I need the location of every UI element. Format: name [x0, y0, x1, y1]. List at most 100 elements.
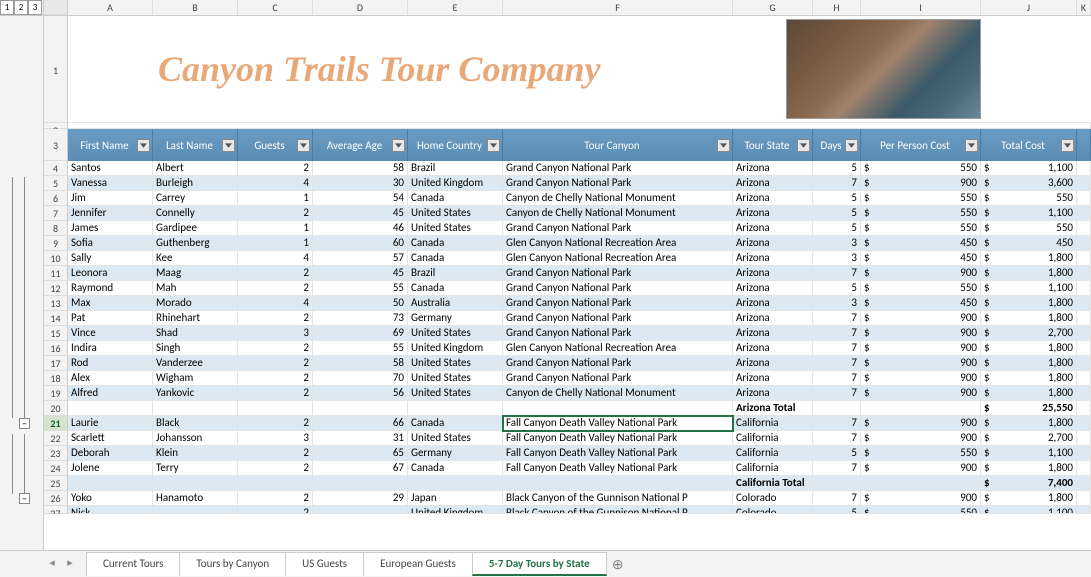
cell-days[interactable]: 5: [813, 281, 861, 296]
cell-last-name[interactable]: Guthenberg: [153, 236, 238, 251]
row-header-16[interactable]: 16: [44, 341, 68, 356]
outline-level-3[interactable]: 3: [28, 0, 42, 15]
cell-first-name[interactable]: Alfred: [68, 386, 153, 401]
cell-home-country[interactable]: United States: [408, 206, 503, 221]
cell-per-person[interactable]: $900: [861, 341, 981, 356]
cell-days[interactable]: 7: [813, 326, 861, 341]
cell-last-name[interactable]: Shad: [153, 326, 238, 341]
cell-last-name[interactable]: Hanamoto: [153, 491, 238, 506]
cell-guests[interactable]: 2: [238, 311, 313, 326]
cell-first-name[interactable]: Vince: [68, 326, 153, 341]
cell-guests[interactable]: 2: [238, 371, 313, 386]
cell-tour-state[interactable]: Arizona: [733, 341, 813, 356]
col-header-D[interactable]: D: [313, 0, 408, 15]
cell-tour-state[interactable]: California: [733, 416, 813, 431]
cell-per-person[interactable]: $550: [861, 206, 981, 221]
filter-avg-age[interactable]: [392, 139, 405, 152]
cell-avg-age[interactable]: 57: [313, 251, 408, 266]
cell-home-country[interactable]: United States: [408, 386, 503, 401]
cell-days[interactable]: 3: [813, 251, 861, 266]
tab-nav-next[interactable]: ▸: [62, 556, 78, 572]
cell-home-country[interactable]: Brazil: [408, 266, 503, 281]
cell-tour-state[interactable]: Arizona: [733, 266, 813, 281]
cell-tour-state[interactable]: Arizona: [733, 251, 813, 266]
cell-per-person[interactable]: $550: [861, 446, 981, 461]
cell-days[interactable]: 7: [813, 491, 861, 506]
cell-tour-state[interactable]: Arizona: [733, 386, 813, 401]
tab-us-guests[interactable]: US Guests: [285, 552, 364, 576]
cell-tour-canyon[interactable]: Black Canyon of the Gunnison National P: [503, 491, 733, 506]
cell-last-name[interactable]: Klein: [153, 446, 238, 461]
cell-first-name[interactable]: Laurie: [68, 416, 153, 431]
cell-total-cost[interactable]: $1,800: [981, 341, 1077, 356]
cell-per-person[interactable]: $900: [861, 416, 981, 431]
cell-home-country[interactable]: Germany: [408, 311, 503, 326]
cell-tour-canyon[interactable]: Glen Canyon National Recreation Area: [503, 341, 733, 356]
cell-last-name[interactable]: Albert: [153, 161, 238, 176]
cell-tour-state[interactable]: Colorado: [733, 491, 813, 506]
cell-first-name[interactable]: Jim: [68, 191, 153, 206]
cell-first-name[interactable]: Deborah: [68, 446, 153, 461]
cell-tour-canyon[interactable]: Grand Canyon National Park: [503, 356, 733, 371]
cell-last-name[interactable]: Terry: [153, 461, 238, 476]
row-header-23[interactable]: 23: [44, 446, 68, 461]
cell-total-cost[interactable]: $1,100: [981, 281, 1077, 296]
cell-guests[interactable]: 3: [238, 431, 313, 446]
cell-tour-canyon[interactable]: Fall Canyon Death Valley National Park: [503, 461, 733, 476]
cell-guests[interactable]: 1: [238, 191, 313, 206]
cell-per-person[interactable]: $900: [861, 386, 981, 401]
cell-guests[interactable]: 1: [238, 236, 313, 251]
cell-days[interactable]: 5: [813, 206, 861, 221]
cell-total-cost[interactable]: $1,100: [981, 446, 1077, 461]
cell-avg-age[interactable]: 65: [313, 446, 408, 461]
cell-tour-canyon[interactable]: Canyon de Chelly National Monument: [503, 191, 733, 206]
cell-guests[interactable]: 4: [238, 296, 313, 311]
cell-home-country[interactable]: Germany: [408, 446, 503, 461]
filter-total-cost[interactable]: [1061, 139, 1074, 152]
tab-european-guests[interactable]: European Guests: [363, 552, 473, 576]
cell-last-name[interactable]: Carrey: [153, 191, 238, 206]
cell-days[interactable]: 5: [813, 446, 861, 461]
filter-guests[interactable]: [297, 139, 310, 152]
cell-first-name[interactable]: Max: [68, 296, 153, 311]
cell-avg-age[interactable]: 55: [313, 281, 408, 296]
cell-total-cost[interactable]: $1,800: [981, 311, 1077, 326]
cell-guests[interactable]: 2: [238, 206, 313, 221]
col-header-H[interactable]: H: [813, 0, 861, 15]
cell-avg-age[interactable]: 31: [313, 431, 408, 446]
row-header-24[interactable]: 24: [44, 461, 68, 476]
cell-tour-state[interactable]: Arizona: [733, 176, 813, 191]
cell-guests[interactable]: 1: [238, 221, 313, 236]
cell-home-country[interactable]: United States: [408, 221, 503, 236]
cell-total-cost[interactable]: $1,800: [981, 296, 1077, 311]
row-header-18[interactable]: 18: [44, 371, 68, 386]
cell-guests[interactable]: 4: [238, 176, 313, 191]
cell-last-name[interactable]: Wigham: [153, 371, 238, 386]
cell-last-name[interactable]: Kee: [153, 251, 238, 266]
row-header-8[interactable]: 8: [44, 221, 68, 236]
cell-total-cost[interactable]: $1,800: [981, 371, 1077, 386]
cell-guests[interactable]: 3: [238, 326, 313, 341]
cell-first-name[interactable]: Alex: [68, 371, 153, 386]
tab-tours-by-canyon[interactable]: Tours by Canyon: [179, 552, 286, 576]
cell-total-cost[interactable]: $1,800: [981, 266, 1077, 281]
cell-days[interactable]: 7: [813, 311, 861, 326]
cell-days[interactable]: 7: [813, 356, 861, 371]
filter-last-name[interactable]: [222, 139, 235, 152]
cell-days[interactable]: 7: [813, 461, 861, 476]
row-header-12[interactable]: 12: [44, 281, 68, 296]
cell-tour-canyon[interactable]: Glen Canyon National Recreation Area: [503, 251, 733, 266]
cell-per-person[interactable]: $550: [861, 221, 981, 236]
filter-days[interactable]: [845, 139, 858, 152]
cell-avg-age[interactable]: 46: [313, 221, 408, 236]
cell-home-country[interactable]: Canada: [408, 416, 503, 431]
cell-first-name[interactable]: Jennifer: [68, 206, 153, 221]
cell-days[interactable]: 7: [813, 341, 861, 356]
cell-guests[interactable]: 2: [238, 416, 313, 431]
cell-days[interactable]: 7: [813, 416, 861, 431]
cell-tour-state[interactable]: Arizona: [733, 236, 813, 251]
cell-total-cost[interactable]: $2,700: [981, 431, 1077, 446]
cell-avg-age[interactable]: 73: [313, 311, 408, 326]
cell-total-cost[interactable]: $550: [981, 191, 1077, 206]
cell-days[interactable]: 7: [813, 371, 861, 386]
